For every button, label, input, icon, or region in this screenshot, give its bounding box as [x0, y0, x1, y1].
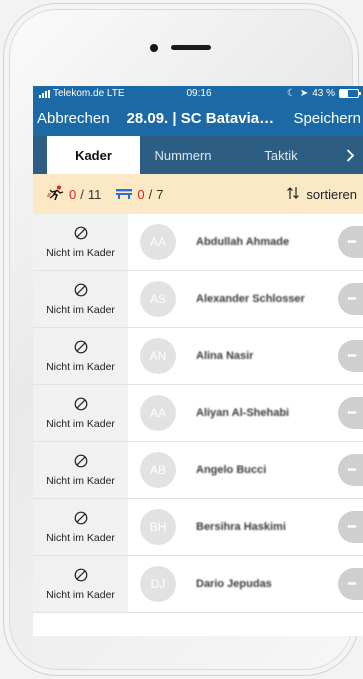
earpiece-speaker	[171, 45, 211, 50]
player-cell: AN Alina Nasir •••	[128, 328, 363, 384]
player-row[interactable]: Nicht im Kader AN Alina Nasir •••	[33, 328, 363, 385]
player-name: Abdullah Ahmade	[196, 236, 290, 248]
player-name: Angelo Bucci	[196, 464, 267, 476]
roster-status-toggle[interactable]: Nicht im Kader	[33, 214, 128, 270]
more-options-button[interactable]: •••	[338, 397, 363, 429]
separator: /	[148, 186, 153, 202]
app-screen: Telekom.de LTE 09:16 ☾ ➤ 43 % Abbrechen …	[33, 86, 363, 636]
player-row[interactable]: Nicht im Kader BH Bersihra Haskimi •••	[33, 499, 363, 556]
roster-status-toggle[interactable]: Nicht im Kader	[33, 328, 128, 384]
player-cell: DJ Dario Jepudas •••	[128, 556, 363, 612]
bench-icon	[115, 187, 133, 202]
roster-status-toggle[interactable]: Nicht im Kader	[33, 385, 128, 441]
more-options-button[interactable]: •••	[338, 283, 363, 315]
more-options-button[interactable]: •••	[338, 568, 363, 600]
player-cell: AB Angelo Bucci •••	[128, 442, 363, 498]
player-cell: AS Alexander Schlosser •••	[128, 271, 363, 327]
avatar: BH	[140, 509, 176, 545]
bench-current: 0	[137, 186, 145, 202]
save-button[interactable]: Speichern	[293, 110, 361, 127]
player-row[interactable]: Nicht im Kader AA Aliyan Al-Shehabi •••	[33, 385, 363, 442]
battery-icon	[339, 89, 361, 98]
roster-status-label: Nicht im Kader	[46, 417, 115, 430]
avatar: DJ	[140, 566, 176, 602]
roster-status-toggle[interactable]: Nicht im Kader	[33, 271, 128, 327]
avatar: AA	[140, 224, 176, 260]
more-options-button[interactable]: •••	[338, 226, 363, 258]
not-in-squad-icon	[74, 454, 88, 473]
not-in-squad-icon	[74, 511, 88, 530]
more-options-button[interactable]: •••	[338, 454, 363, 486]
not-in-squad-icon	[74, 226, 88, 245]
moon-icon: ☾	[286, 88, 296, 99]
battery-percent: 43 %	[312, 88, 335, 99]
not-in-squad-icon	[74, 397, 88, 416]
location-arrow-icon: ➤	[299, 88, 309, 99]
roster-status-label: Nicht im Kader	[46, 246, 115, 259]
player-cell: AA Aliyan Al-Shehabi •••	[128, 385, 363, 441]
roster-status-label: Nicht im Kader	[46, 531, 115, 544]
player-row[interactable]: Nicht im Kader AB Angelo Bucci •••	[33, 442, 363, 499]
front-camera	[150, 44, 158, 52]
carrier-label: Telekom.de LTE	[53, 88, 125, 99]
roster-status-label: Nicht im Kader	[46, 303, 115, 316]
navigation-bar: Telekom.de LTE 09:16 ☾ ➤ 43 % Abbrechen …	[33, 86, 363, 174]
more-options-button[interactable]: •••	[338, 511, 363, 543]
tab-kader[interactable]: Kader	[47, 136, 140, 174]
roster-status-toggle[interactable]: Nicht im Kader	[33, 442, 128, 498]
player-row[interactable]: Nicht im Kader AS Alexander Schlosser ••…	[33, 271, 363, 328]
page-title: 28.09. | SC Batavia 7...	[126, 110, 277, 127]
squad-count-bar: 0 / 11 0 / 7 sortieren	[33, 174, 363, 214]
roster-status-label: Nicht im Kader	[46, 360, 115, 373]
avatar: AA	[140, 395, 176, 431]
title-bar: Abbrechen 28.09. | SC Batavia 7... Speic…	[33, 101, 363, 136]
player-cell: AA Abdullah Ahmade •••	[128, 214, 363, 270]
not-in-squad-icon	[74, 340, 88, 359]
sort-label: sortieren	[306, 186, 357, 202]
cancel-button[interactable]: Abbrechen	[37, 110, 110, 127]
tab-taktik[interactable]: Taktik	[226, 136, 336, 174]
sort-button[interactable]: sortieren	[286, 186, 357, 203]
avatar: AB	[140, 452, 176, 488]
player-name: Aliyan Al-Shehabi	[196, 407, 290, 419]
more-options-button[interactable]: •••	[338, 340, 363, 372]
player-name: Alina Nasir	[196, 350, 254, 362]
tab-nummern[interactable]: Nummern	[140, 136, 226, 174]
field-player-count: 0 / 11	[47, 185, 101, 204]
roster-status-label: Nicht im Kader	[46, 588, 115, 601]
chevron-right-icon[interactable]	[336, 136, 363, 174]
not-in-squad-icon	[74, 568, 88, 587]
status-bar: Telekom.de LTE 09:16 ☾ ➤ 43 %	[33, 86, 363, 101]
player-row[interactable]: Nicht im Kader AA Abdullah Ahmade •••	[33, 214, 363, 271]
player-name: Bersihra Haskimi	[196, 521, 286, 533]
signal-strength-icon	[39, 89, 50, 98]
bench-player-count: 0 / 7	[115, 187, 163, 202]
phone-frame: Telekom.de LTE 09:16 ☾ ➤ 43 % Abbrechen …	[3, 3, 363, 676]
not-in-squad-icon	[74, 283, 88, 302]
player-name: Alexander Schlosser	[196, 293, 305, 305]
roster-status-toggle[interactable]: Nicht im Kader	[33, 499, 128, 555]
bench-total: 7	[156, 186, 164, 202]
tab-bar: Kader Nummern Taktik	[33, 136, 363, 174]
avatar: AN	[140, 338, 176, 374]
player-cell: BH Bersihra Haskimi •••	[128, 499, 363, 555]
separator: /	[80, 186, 84, 202]
field-total: 11	[87, 186, 102, 202]
avatar: AS	[140, 281, 176, 317]
roster-status-label: Nicht im Kader	[46, 474, 115, 487]
player-list: Nicht im Kader AA Abdullah Ahmade ••• Ni…	[33, 214, 363, 613]
player-row[interactable]: Nicht im Kader DJ Dario Jepudas •••	[33, 556, 363, 613]
player-name: Dario Jepudas	[196, 578, 272, 590]
sort-arrows-icon	[286, 186, 300, 203]
running-player-icon	[47, 185, 65, 204]
field-current: 0	[69, 186, 77, 202]
roster-status-toggle[interactable]: Nicht im Kader	[33, 556, 128, 612]
